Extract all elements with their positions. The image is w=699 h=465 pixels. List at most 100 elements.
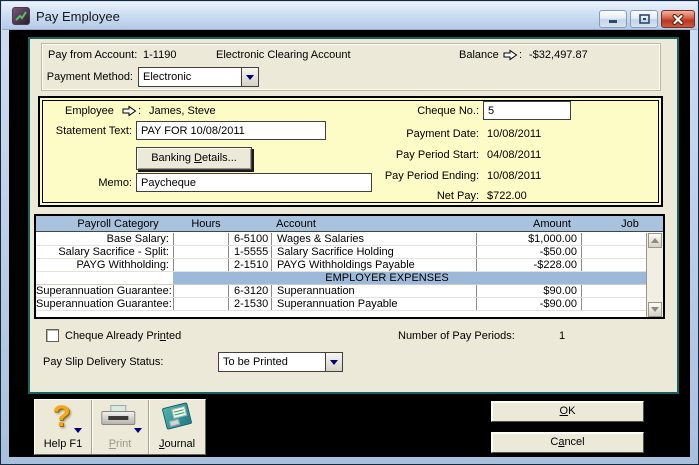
cell-job [581, 285, 646, 297]
table-row[interactable]: PAYG Withholding: 2-1510 PAYG Withholdin… [36, 259, 646, 272]
cell-job [581, 259, 646, 271]
payment-method-value: Electronic [143, 71, 192, 83]
cell-hours [173, 259, 228, 271]
net-pay-value: $722.00 [487, 190, 527, 202]
balance-label: Balance [459, 49, 499, 61]
print-dropdown-icon [134, 428, 142, 433]
pay-period-start-value: 04/08/2011 [487, 149, 542, 161]
minimize-icon [609, 19, 617, 23]
toolbar: ? Help F1 Print Journal [34, 399, 206, 455]
cell-account-no: 1-5555 [228, 246, 271, 258]
cell-amount: $90.00 [476, 285, 581, 297]
journal-icon [161, 402, 193, 430]
cell-hours [173, 298, 228, 310]
delivery-status-value: To be Printed [223, 356, 288, 368]
payroll-table: Payroll Category Hours Account Amount Jo… [34, 214, 665, 319]
close-icon [672, 13, 684, 25]
header-amount: Amount [533, 218, 571, 230]
maximize-icon [638, 14, 650, 24]
table-row[interactable]: Superannuation Guarantee: 2-1530 Superan… [36, 298, 646, 311]
header-hours: Hours [191, 218, 221, 230]
pay-periods-value: 1 [559, 330, 566, 342]
cell-hours [173, 285, 228, 297]
banking-details-label-pre: Banking [151, 152, 194, 164]
window-title: Pay Employee [36, 9, 120, 24]
table-row[interactable]: Superannuation Guarantee: 6-3120 Superan… [36, 285, 646, 298]
net-pay-label: Net Pay: [436, 190, 479, 202]
cell-hours [173, 233, 228, 245]
scroll-up-button[interactable] [648, 233, 662, 248]
memo-input[interactable] [136, 173, 372, 192]
title-bar: Pay Employee [2, 2, 697, 30]
cell-category: Salary Sacrifice - Split: [58, 246, 169, 258]
delivery-status-dropdown-button[interactable] [325, 353, 342, 371]
cell-category: Superannuation Guarantee: [36, 285, 172, 297]
cell-category: Base Salary: [106, 233, 169, 245]
banking-details-label-key: D [194, 152, 202, 164]
table-row[interactable]: Salary Sacrifice - Split: 1-5555 Salary … [36, 246, 646, 259]
cell-account-no: 2-1510 [228, 259, 271, 271]
cheque-printed-post: ted [165, 330, 182, 342]
statement-text-input[interactable] [136, 121, 326, 140]
account-number: 1-1190 [143, 49, 177, 61]
journal-button[interactable]: Journal [148, 400, 205, 454]
header-payroll-category: Payroll Category [77, 218, 159, 230]
section-header-spacer [36, 272, 173, 284]
cell-category: PAYG Withholding: [76, 259, 169, 271]
ok-label-post: K [568, 405, 576, 417]
pay-employee-window: Pay Employee Pay from Account: 1-1190 El… [0, 0, 699, 465]
print-button[interactable]: Print [91, 400, 148, 454]
payroll-table-header: Payroll Category Hours Account Amount Jo… [36, 216, 663, 232]
employee-colon: : [138, 105, 142, 117]
cell-amount: -$90.00 [476, 298, 581, 310]
statement-text-label: Statement Text: [55, 125, 132, 137]
cancel-label-post: ncel [564, 436, 585, 448]
ok-button[interactable]: OK [491, 401, 644, 422]
cell-account-name: Superannuation Payable [271, 298, 476, 310]
maximize-button[interactable] [630, 10, 658, 28]
employee-label: Employee [65, 105, 114, 117]
cheque-no-input[interactable] [483, 101, 571, 120]
cancel-button[interactable]: Cancel [491, 432, 644, 453]
cheque-printed-pre: Cheque Already Pri [65, 330, 160, 342]
table-scrollbar[interactable] [646, 233, 663, 317]
balance-value: -$32,497.87 [529, 49, 588, 61]
memo-label: Memo: [98, 177, 132, 189]
print-label-key: P [108, 438, 117, 450]
cheque-no-label: Cheque No.: [417, 105, 479, 117]
employee-detail-arrow-icon[interactable] [122, 105, 137, 120]
minimize-button[interactable] [599, 10, 627, 28]
help-question-icon: ? [52, 400, 71, 433]
employee-value: James, Steve [149, 105, 216, 117]
payment-method-label: Payment Method: [46, 71, 133, 83]
cell-category: Superannuation Guarantee: [36, 298, 172, 310]
ok-label-key: O [559, 405, 569, 417]
help-button[interactable]: ? Help F1 [35, 400, 91, 454]
delivery-status-label: Pay Slip Delivery Status: [43, 356, 164, 368]
cell-amount: -$50.00 [476, 246, 581, 258]
delivery-status-combo[interactable]: To be Printed [218, 352, 343, 372]
pay-periods-label: Number of Pay Periods: [398, 330, 515, 342]
payment-method-dropdown-button[interactable] [241, 68, 258, 86]
printer-icon [101, 405, 136, 431]
scroll-down-button[interactable] [648, 302, 662, 317]
section-header-label: EMPLOYER EXPENSES [325, 272, 449, 284]
table-row[interactable]: Base Salary: 6-5100 Wages & Salaries $1,… [36, 233, 646, 246]
balance-detail-arrow-icon[interactable] [503, 49, 518, 64]
payroll-rows: Base Salary: 6-5100 Wages & Salaries $1,… [36, 233, 646, 311]
cheque-already-printed-checkbox[interactable] [46, 329, 59, 342]
cell-job [581, 246, 646, 258]
banking-details-button[interactable]: Banking Details... [136, 147, 252, 170]
cell-account-name: Salary Sacrifice Holding [271, 246, 476, 258]
pay-period-ending-label: Pay Period Ending: [384, 170, 479, 182]
payment-method-combo[interactable]: Electronic [138, 67, 259, 87]
chevron-down-icon [330, 359, 338, 365]
close-button[interactable] [661, 10, 695, 28]
cell-amount: -$228.00 [476, 259, 581, 271]
cell-account-name: PAYG Withholdings Payable [271, 259, 476, 271]
cell-account-name: Wages & Salaries [271, 233, 476, 245]
help-label: Help F1 [43, 438, 83, 450]
cell-amount: $1,000.00 [476, 233, 581, 245]
account-name: Electronic Clearing Account [216, 49, 351, 61]
print-label: Print [92, 438, 148, 450]
